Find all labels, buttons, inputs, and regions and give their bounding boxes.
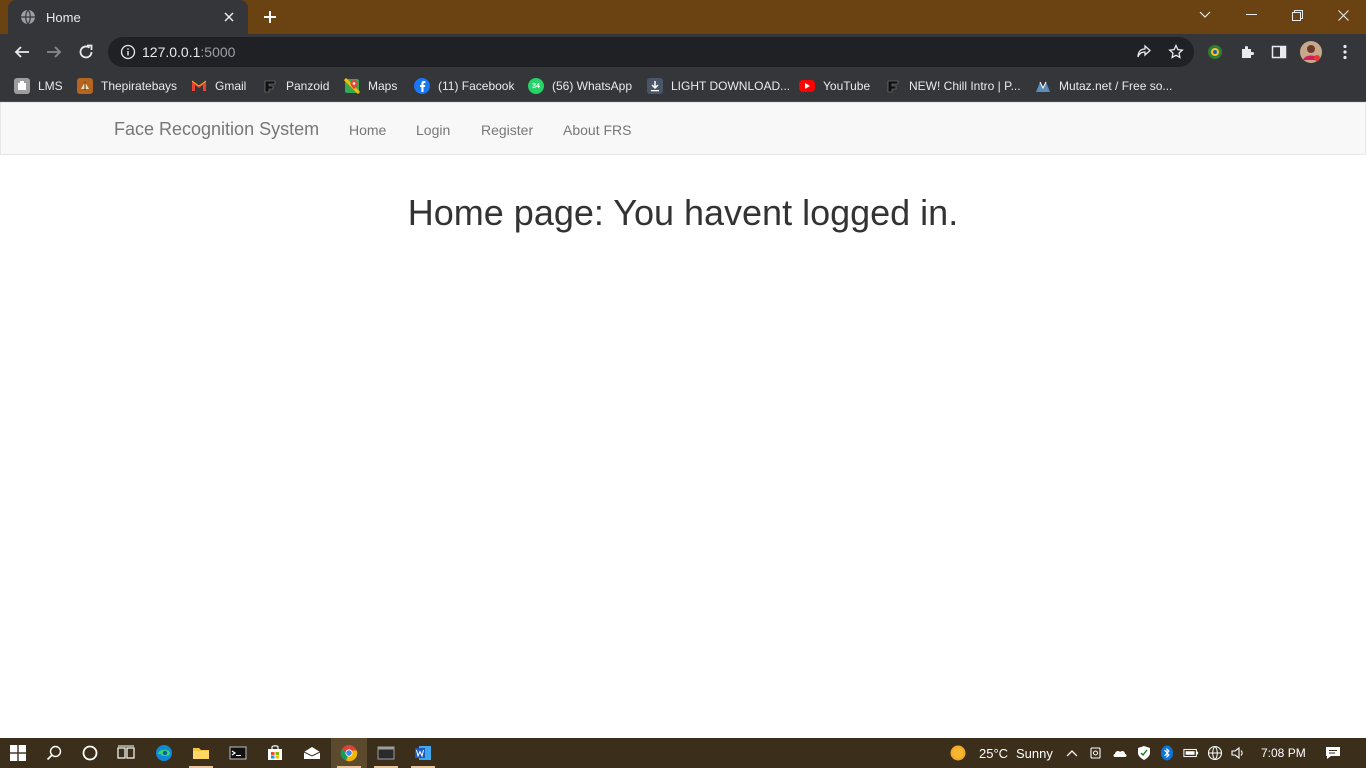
tab-search-chevron-icon[interactable]	[1182, 0, 1228, 30]
bookmark-mutaz[interactable]: Mutaz.net / Free so...	[1035, 76, 1172, 96]
url-text: 127.0.0.1:5000	[142, 44, 235, 60]
bookmark-label: Gmail	[215, 79, 247, 93]
bookmark-label: Mutaz.net / Free so...	[1059, 79, 1173, 93]
bookmark-light-download[interactable]: LIGHT DOWNLOAD...	[647, 76, 790, 96]
bookmark-label: NEW! Chill Intro | P...	[909, 79, 1021, 93]
task-view-icon[interactable]	[108, 738, 144, 768]
nav-link-login[interactable]: Login	[416, 122, 450, 138]
bookmark-label: Maps	[368, 79, 398, 93]
clock-time[interactable]: 7:08 PM	[1261, 746, 1306, 760]
forward-arrow-icon[interactable]	[40, 38, 68, 66]
panzoid-icon	[262, 78, 278, 94]
lms-icon	[14, 78, 30, 94]
close-window-icon[interactable]	[1320, 0, 1366, 30]
whatsapp-icon: 34	[528, 78, 544, 94]
bookmark-maps[interactable]: Maps	[344, 76, 397, 96]
security-shield-icon[interactable]	[1136, 745, 1152, 761]
weather-sun-icon[interactable]	[950, 745, 966, 761]
extension-globe-icon[interactable]	[1204, 41, 1226, 63]
command-prompt-icon[interactable]	[220, 738, 256, 768]
download-icon	[647, 78, 663, 94]
site-navbar: Face Recognition System Home Login Regis…	[0, 102, 1366, 155]
bookmark-label: LIGHT DOWNLOAD...	[671, 79, 791, 93]
bookmark-gmail[interactable]: Gmail	[191, 76, 246, 96]
pirate-icon	[77, 78, 93, 94]
bookmark-label: Panzoid	[286, 79, 330, 93]
address-bar[interactable]: 127.0.0.1:5000	[108, 37, 1194, 67]
panzoid-icon	[885, 78, 901, 94]
close-tab-icon[interactable]	[220, 8, 238, 26]
browser-toolbar: 127.0.0.1:5000	[0, 34, 1366, 70]
bookmark-label: (56) WhatsApp	[552, 79, 633, 93]
more-menu-icon[interactable]	[1334, 41, 1356, 63]
bookmark-label: (11) Facebook	[438, 79, 515, 93]
bookmark-star-icon[interactable]	[1166, 42, 1186, 62]
page-heading: Home page: You havent logged in.	[407, 192, 959, 233]
bookmark-label: Thepiratebays	[101, 79, 178, 93]
side-panel-icon[interactable]	[1268, 41, 1290, 63]
browser-tab-home[interactable]: Home	[8, 0, 248, 34]
new-tab-icon[interactable]	[258, 6, 282, 28]
url-host: 127.0.0.1	[142, 44, 201, 60]
bookmark-thepiratebays[interactable]: Thepiratebays	[77, 76, 177, 96]
bookmark-chill-intro[interactable]: NEW! Chill Intro | P...	[885, 76, 1021, 96]
weather-condition[interactable]: Sunny	[1016, 746, 1053, 761]
windows-taskbar: 25°C Sunny 7:08 PM	[0, 738, 1366, 768]
weather-temp[interactable]: 25°C	[979, 746, 1008, 761]
chrome-icon[interactable]	[331, 738, 367, 768]
camera-tray-icon[interactable]	[1088, 745, 1104, 761]
facebook-icon	[414, 78, 430, 94]
profile-avatar[interactable]	[1300, 41, 1322, 63]
nav-link-register[interactable]: Register	[481, 122, 533, 138]
store-icon[interactable]	[257, 738, 293, 768]
url-port: :5000	[200, 44, 236, 60]
browser-tab-strip: Home	[0, 0, 1366, 34]
share-icon[interactable]	[1134, 42, 1154, 62]
globe-icon	[20, 9, 36, 25]
site-brand[interactable]: Face Recognition System	[114, 119, 319, 140]
file-explorer-icon[interactable]	[183, 738, 219, 768]
maps-icon	[344, 78, 360, 94]
edge-icon[interactable]	[146, 738, 182, 768]
reload-icon[interactable]	[72, 38, 100, 66]
bookmark-facebook[interactable]: (11) Facebook	[414, 76, 514, 96]
minimize-icon[interactable]	[1228, 0, 1274, 30]
bluetooth-icon[interactable]	[1159, 745, 1175, 761]
chevron-up-icon[interactable]	[1064, 745, 1080, 761]
bookmark-label: YouTube	[823, 79, 871, 93]
search-icon[interactable]	[36, 738, 72, 768]
notifications-icon[interactable]	[1325, 745, 1341, 761]
cortana-icon[interactable]	[72, 738, 108, 768]
youtube-icon	[799, 80, 815, 92]
network-globe-icon[interactable]	[1207, 745, 1223, 761]
restore-icon[interactable]	[1274, 0, 1320, 30]
nav-link-about[interactable]: About FRS	[563, 122, 631, 138]
site-info-icon[interactable]	[120, 44, 136, 65]
battery-icon[interactable]	[1183, 745, 1199, 761]
bookmark-label: LMS	[38, 79, 63, 93]
bookmark-whatsapp[interactable]: 34 (56) WhatsApp	[528, 76, 632, 96]
mutaz-icon	[1035, 78, 1051, 94]
whatsapp-badge: 34	[532, 82, 540, 90]
bookmark-panzoid[interactable]: Panzoid	[262, 76, 329, 96]
start-windows-icon[interactable]	[0, 738, 36, 768]
volume-icon[interactable]	[1230, 745, 1246, 761]
nav-link-home[interactable]: Home	[349, 122, 386, 138]
mail-icon[interactable]	[294, 738, 330, 768]
gmail-icon	[191, 78, 207, 94]
bookmarks-bar: LMS Thepiratebays Gmail Panzoid Maps (11…	[0, 70, 1366, 102]
back-arrow-icon[interactable]	[8, 38, 36, 66]
bookmark-youtube[interactable]: YouTube	[799, 76, 870, 96]
bookmark-lms[interactable]: LMS	[14, 76, 63, 96]
word-icon[interactable]	[405, 738, 441, 768]
onedrive-icon[interactable]	[1112, 745, 1128, 761]
extensions-puzzle-icon[interactable]	[1236, 41, 1258, 63]
tab-title: Home	[46, 9, 81, 25]
terminal-window-icon[interactable]	[368, 738, 404, 768]
